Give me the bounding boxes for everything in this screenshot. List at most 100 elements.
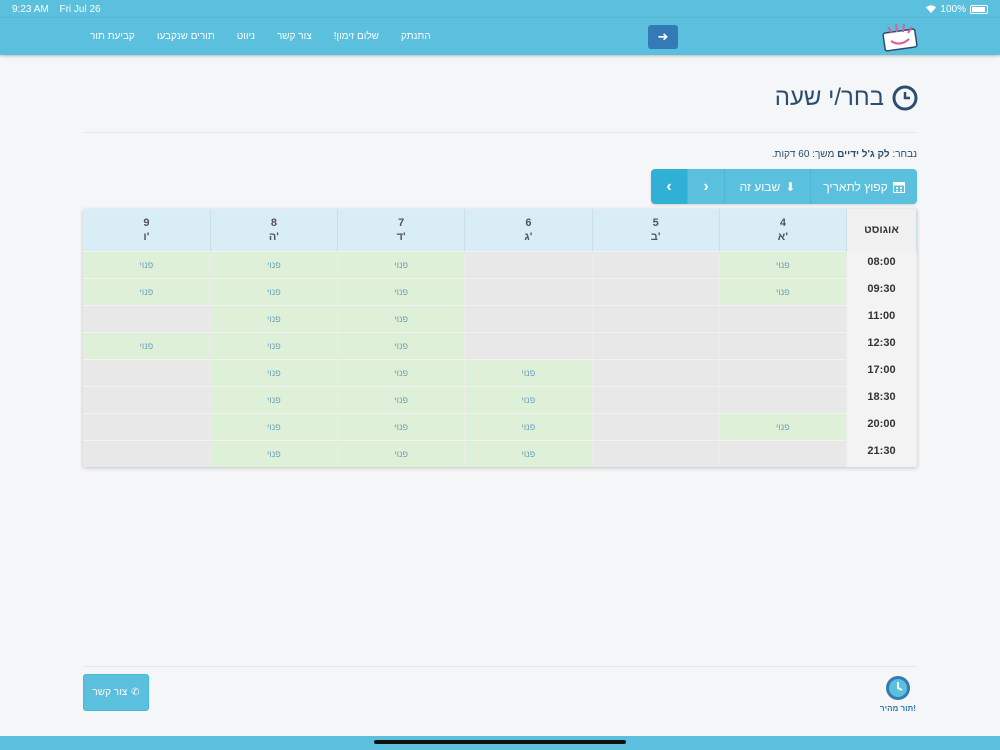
jump-to-date-button[interactable]: קפוץ לתאריך: [811, 169, 917, 204]
free-slot[interactable]: פנוי: [83, 277, 211, 305]
day-header: 7 ד': [337, 209, 466, 251]
this-week-button[interactable]: שבוע זה ⬇: [725, 169, 811, 204]
day-number: 9: [143, 216, 150, 229]
free-slot[interactable]: פנוי: [210, 304, 339, 332]
nav-link-navigate[interactable]: ניווט: [237, 31, 255, 42]
arrow-down-icon: ⬇: [785, 179, 796, 194]
selected-service: נבחר: לק ג'ל ידיים משך: 60 דקות.: [772, 149, 917, 160]
table-row: פנוי פנוי פנוי פנוי 08:00: [83, 250, 917, 278]
day-header: 9 ו': [83, 209, 211, 251]
jump-label: קפוץ לתאריך: [823, 179, 888, 194]
free-slot[interactable]: פנוי: [719, 277, 848, 305]
free-slot[interactable]: פנוי: [210, 277, 339, 305]
week-toolbar: ‹ › שבוע זה ⬇ קפוץ לתאריך: [651, 169, 917, 204]
unavailable-slot: [464, 304, 593, 332]
service-name: לק ג'ל ידיים: [837, 149, 890, 160]
table-row: פנוי פנוי פנוי 12:30: [83, 331, 917, 359]
brand-badge[interactable]: תור מהיר!: [878, 674, 918, 714]
divider: [83, 132, 917, 133]
free-slot[interactable]: פנוי: [464, 439, 593, 467]
page-heading: בחר/י שעה: [774, 84, 884, 111]
this-week-label: שבוע זה: [739, 179, 781, 194]
day-name: ו': [143, 230, 150, 243]
free-slot[interactable]: פנוי: [337, 250, 466, 278]
time-label: 17:00: [846, 358, 917, 386]
free-slot[interactable]: פנוי: [719, 250, 848, 278]
battery-icon: [970, 4, 988, 14]
arrow-right-icon: ➜: [657, 29, 669, 44]
free-slot[interactable]: פנוי: [210, 358, 339, 386]
free-slot[interactable]: פנוי: [337, 358, 466, 386]
slots-table: 9 ו' 8 ה' 7 ד' 6 ג' 5 ב' 4 א' אוגוסט פנוי פנוי פנוי פנו…: [83, 209, 917, 467]
unavailable-slot: [592, 412, 720, 440]
free-slot[interactable]: פנוי: [210, 331, 339, 359]
free-slot[interactable]: פנוי: [337, 331, 466, 359]
free-slot[interactable]: פנוי: [210, 250, 339, 278]
free-slot[interactable]: פנוי: [210, 412, 339, 440]
unavailable-slot: [719, 304, 848, 332]
wifi-icon: [926, 5, 937, 13]
nav-link-booked[interactable]: תורים שנקבעו: [157, 31, 215, 42]
prev-week-button[interactable]: ‹: [651, 169, 688, 204]
status-left: 9:23 AM Fri Jul 26: [12, 4, 109, 15]
time-label: 21:30: [846, 439, 917, 467]
free-slot[interactable]: פנוי: [210, 439, 339, 467]
free-slot[interactable]: פנוי: [464, 385, 593, 413]
free-slot[interactable]: פנוי: [83, 250, 211, 278]
free-slot[interactable]: פנוי: [337, 439, 466, 467]
unavailable-slot: [592, 331, 720, 359]
next-week-button[interactable]: ›: [688, 169, 725, 204]
nav-link-logout[interactable]: התנתק: [401, 31, 431, 42]
nav-link-greeting[interactable]: שלום זימון!: [334, 31, 379, 42]
free-slot[interactable]: פנוי: [337, 277, 466, 305]
unavailable-slot: [83, 304, 211, 332]
free-slot[interactable]: פנוי: [464, 358, 593, 386]
free-slot[interactable]: פנוי: [337, 412, 466, 440]
unavailable-slot: [464, 277, 593, 305]
top-navbar: קביעת תור תורים שנקבעו ניווט צור קשר שלו…: [0, 18, 1000, 55]
chosen-prefix: נבחר:: [892, 149, 917, 160]
time-label: 20:00: [846, 412, 917, 440]
table-row: פנוי פנוי פנוי פנוי 09:30: [83, 277, 917, 305]
contact-button[interactable]: ✆ צור קשר: [83, 674, 149, 711]
free-slot[interactable]: פנוי: [337, 385, 466, 413]
phone-icon: ✆: [131, 687, 140, 698]
day-number: 8: [270, 216, 277, 229]
status-date: Fri Jul 26: [59, 3, 101, 15]
header-row: 9 ו' 8 ה' 7 ד' 6 ג' 5 ב' 4 א' אוגוסט: [83, 209, 917, 251]
free-slot[interactable]: פנוי: [337, 304, 466, 332]
day-name: ד': [396, 230, 406, 243]
status-time: 9:23 AM: [12, 3, 49, 15]
status-right: 100%: [926, 4, 988, 15]
unavailable-slot: [83, 439, 211, 467]
free-slot[interactable]: פנוי: [719, 412, 848, 440]
nav-link-book[interactable]: קביעת תור: [90, 31, 135, 42]
day-header: 6 ג': [464, 209, 593, 251]
unavailable-slot: [592, 358, 720, 386]
duration-text: משך: 60 דקות.: [771, 149, 835, 160]
day-name: ג': [524, 230, 533, 243]
footer-divider: [83, 666, 917, 667]
stopwatch-icon: [886, 676, 910, 700]
time-label: 12:30: [846, 331, 917, 359]
unavailable-slot: [83, 358, 211, 386]
unavailable-slot: [719, 358, 848, 386]
nav-link-contact[interactable]: צור קשר: [277, 31, 312, 42]
arrow-right-button[interactable]: ➜: [648, 25, 678, 49]
free-slot[interactable]: פנוי: [83, 331, 211, 359]
unavailable-slot: [592, 277, 720, 305]
day-number: 7: [398, 216, 405, 229]
calendar-icon: [892, 181, 905, 193]
logo-icon[interactable]: [880, 21, 920, 53]
free-slot[interactable]: פנוי: [210, 385, 339, 413]
status-bar: 9:23 AM Fri Jul 26 100%: [0, 0, 1000, 18]
day-name: א': [777, 230, 788, 243]
time-label: 09:30: [846, 277, 917, 305]
unavailable-slot: [592, 439, 720, 467]
time-label: 08:00: [846, 250, 917, 278]
free-slot[interactable]: פנוי: [464, 412, 593, 440]
month-header: אוגוסט: [846, 209, 917, 251]
unavailable-slot: [719, 385, 848, 413]
day-number: 6: [525, 216, 532, 229]
unavailable-slot: [592, 250, 720, 278]
